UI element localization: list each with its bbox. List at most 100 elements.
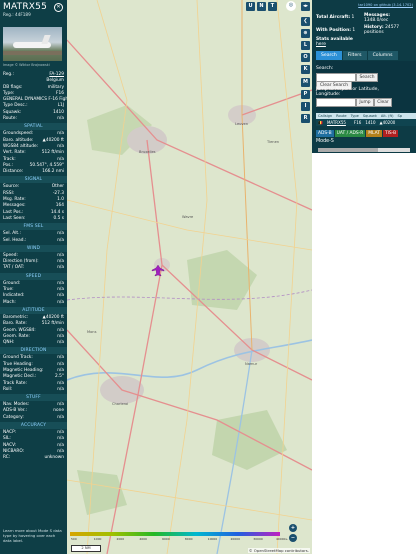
map-button-i[interactable]: I xyxy=(301,102,310,111)
map-attribution[interactable]: © OpenStreetMap contributors. xyxy=(247,548,310,553)
row-label: Distance: xyxy=(3,169,24,175)
close-icon[interactable]: ✕ xyxy=(54,3,63,12)
row-label: Last Seen: xyxy=(3,215,26,221)
mode-s-label: Mode-S xyxy=(316,139,334,144)
detail-row: TAT / OAT: n/a xyxy=(0,265,67,271)
search-box: Search: Search Clear Search Jump to Airp… xyxy=(316,61,416,111)
aircraft-table: Callsign Route Type Squawk Alt. (ft) Sp 🇧🇪 MAT… xyxy=(316,113,416,126)
tab-columns[interactable]: Columns xyxy=(367,51,398,60)
row-value: n/a xyxy=(57,116,64,122)
row-label: QNH: xyxy=(3,340,15,346)
section-header-signal: SIGNAL xyxy=(0,176,67,184)
type-cell: F16 xyxy=(353,120,362,125)
row-value: n/a xyxy=(57,265,64,271)
map-button-t[interactable]: T xyxy=(268,2,277,11)
tab-search[interactable]: Search xyxy=(316,51,342,60)
legend-mlat: MLAT xyxy=(366,130,382,137)
stats-link[interactable]: here xyxy=(316,42,326,47)
callsign-cell: MATRX55 xyxy=(326,120,346,125)
row-value: 166.2 nmi xyxy=(42,169,64,175)
total-aircraft-stat: Total Aircraft: 1 xyxy=(316,15,355,20)
table-row[interactable]: 🇧🇪 MATRX55 F16 1410 ▲40200 xyxy=(316,119,416,126)
source-legend: ADS-B UAT / ADS-R MLAT TIS-B xyxy=(316,130,399,137)
section-header-altitude: ALTITUDE xyxy=(0,306,67,314)
map-view[interactable]: Bruxelles Leuven Namur Charleroi Wavre Mons Ti… xyxy=(67,0,312,554)
table-scrollbar[interactable] xyxy=(318,148,410,152)
section-header-wind: WIND xyxy=(0,244,67,252)
detail-row: QNH: n/a xyxy=(0,340,67,346)
map-button-k[interactable]: K xyxy=(301,65,310,75)
panel-toggle-icon[interactable]: ◂▸ xyxy=(301,2,310,11)
map-button-l[interactable]: L xyxy=(301,41,310,50)
list-empty-area xyxy=(312,153,416,554)
town-label: Tienen xyxy=(267,140,280,144)
section-header-fms-sel: FMS SEL xyxy=(0,223,67,231)
row-label: RC: xyxy=(3,455,11,461)
row-label: Route: xyxy=(3,116,17,122)
altitude-tick-label: 40000+ xyxy=(276,537,289,541)
history-stat: History: 24577 positions xyxy=(364,25,400,35)
altitude-tick-label: 4000 xyxy=(139,537,147,541)
legend-ads-b: ADS-B xyxy=(316,130,334,137)
altitude-tick-label: 500 xyxy=(71,537,77,541)
detail-row: RC: unknown xyxy=(0,455,67,461)
altitude-tick-label: 6000 xyxy=(162,537,170,541)
map-button-m[interactable]: M xyxy=(301,77,310,87)
altitude-scale xyxy=(70,532,280,536)
zoom-in-button[interactable]: + xyxy=(289,524,297,532)
map-button-n[interactable]: N xyxy=(257,2,266,11)
gps-icon[interactable]: ⊕ xyxy=(301,29,310,38)
legend-uat-ads-r: UAT / ADS-R xyxy=(334,130,366,137)
with-position-stat: With Position: 1 xyxy=(316,28,356,33)
tab-filters[interactable]: Filters xyxy=(342,51,367,60)
row-label: Mach: xyxy=(3,299,16,305)
search-button[interactable]: Search xyxy=(356,73,378,82)
section-header-spatial: SPATIAL xyxy=(0,123,67,131)
scale-bar: 2 NM xyxy=(71,545,101,552)
row-label: Roll: xyxy=(3,386,13,392)
section-header-direction: DIRECTION xyxy=(0,347,67,355)
mode-s-note: Learn more about Mode S data type by hov… xyxy=(3,528,62,543)
zoom-out-button[interactable]: − xyxy=(289,534,297,542)
map-button-p[interactable]: P xyxy=(301,89,310,99)
aircraft-info-rows: Reg.: FA-129 Belgium DB flags: military Type:… xyxy=(0,72,67,462)
town-label: Charleroi xyxy=(112,402,129,406)
jump-input[interactable] xyxy=(316,98,356,107)
section-header-stuff: STUFF xyxy=(0,394,67,402)
country-flag-icon: 🇧🇪 xyxy=(318,120,323,125)
altitude-tick-label: 2000 xyxy=(116,537,125,541)
row-value: unknown xyxy=(44,455,64,461)
row-value: n/a xyxy=(57,299,64,305)
clear-button[interactable]: Clear xyxy=(374,98,392,107)
jump-button[interactable]: Jump xyxy=(356,98,374,107)
altitude-tick-label: 1000 xyxy=(93,537,102,541)
detail-row: Last Seen: 0.5 s xyxy=(0,216,67,222)
map-button-u[interactable]: U xyxy=(246,2,255,11)
info-row: Route: n/a xyxy=(0,116,67,122)
row-value: n/a xyxy=(57,386,64,392)
map-button-o[interactable]: O xyxy=(301,53,310,63)
map-button-r[interactable]: R xyxy=(301,114,310,124)
altitude-tick-label: 20000 xyxy=(230,537,240,541)
row-label: Category: xyxy=(3,414,24,420)
search-label: Search: xyxy=(316,66,334,71)
row-value: n/a xyxy=(57,414,64,420)
row-value: 0.5 s xyxy=(53,215,64,221)
photo-credit: Image © Wiktor Brajnowski xyxy=(3,63,50,67)
aircraft-photo[interactable] xyxy=(3,27,62,61)
map-canvas[interactable] xyxy=(67,0,312,554)
version-link[interactable]: tar1090 on github (3.14.1702) xyxy=(358,3,413,7)
section-header-speed: SPEED xyxy=(0,272,67,280)
row-value: n/a xyxy=(57,340,64,346)
town-label: Namur xyxy=(245,362,258,366)
legend-tis-b: TIS-B xyxy=(382,130,399,137)
section-header-accuracy: ACCURACY xyxy=(0,422,67,430)
panel-tabs: Search Filters Columns xyxy=(316,51,398,60)
jump-label: Jump to Airport or Latitude, Longitude: xyxy=(316,87,379,97)
layers-icon[interactable]: ◎ xyxy=(286,1,296,11)
row-label: Reg.: xyxy=(3,72,14,77)
squawk-cell: 1410 xyxy=(365,120,376,125)
aircraft-detail-panel: MATRX55 Reg.: 44F189 ✕ Image © Wiktor Br… xyxy=(0,0,67,554)
back-icon[interactable]: ❮ xyxy=(301,17,310,26)
row-label: Sel. Head.: xyxy=(3,237,27,243)
